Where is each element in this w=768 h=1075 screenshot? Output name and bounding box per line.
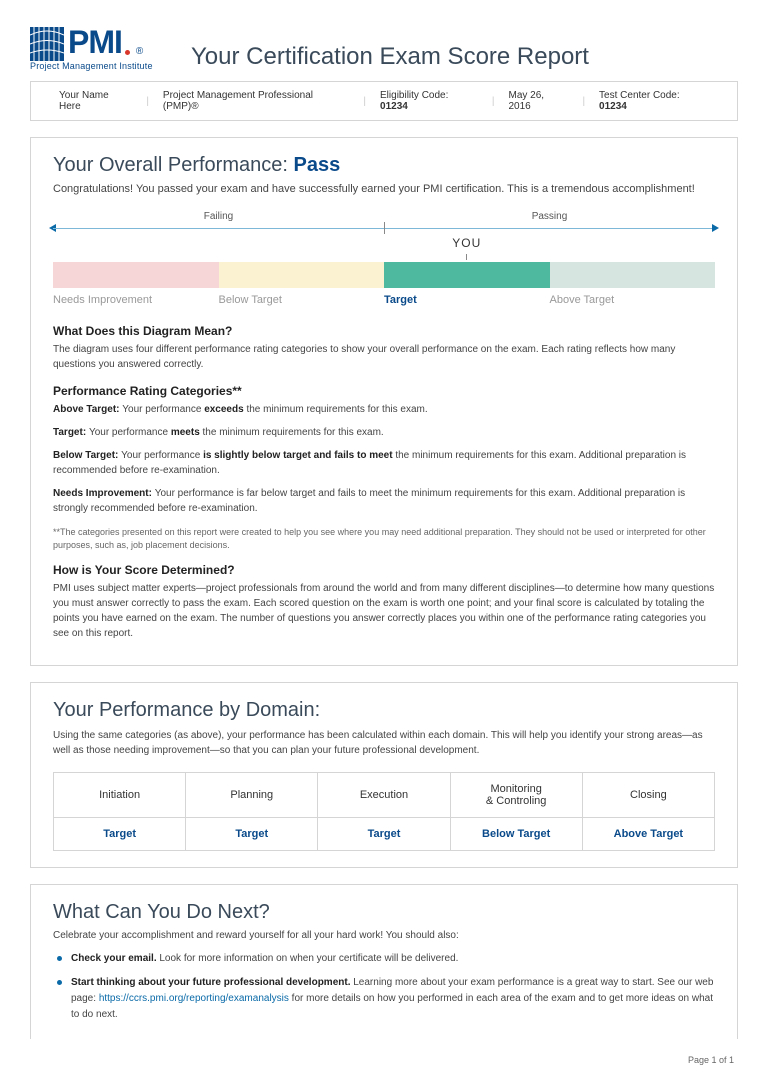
rating-target: Target: Your performance meets the minim… — [53, 425, 715, 440]
scale-labels: Failing Passing — [53, 211, 715, 222]
domain-intro: Using the same categories (as above), yo… — [53, 728, 715, 758]
bar-above-target — [550, 262, 716, 288]
table-row: Target Target Target Below Target Above … — [54, 818, 715, 851]
registered-mark: ® — [136, 46, 143, 57]
next-heading: What Can You Do Next? — [53, 901, 715, 924]
rating-below: Below Target: Your performance is slight… — [53, 448, 715, 478]
failing-label: Failing — [53, 211, 384, 222]
overall-performance-section: Your Overall Performance: Pass Congratul… — [30, 137, 738, 666]
domain-table: Initiation Planning Execution Monitoring… — [53, 772, 715, 851]
scale-arrow-line — [53, 224, 715, 234]
exam-date: May 26, 2016 — [495, 90, 583, 112]
diagram-heading: What Does this Diagram Mean? — [53, 324, 715, 338]
congrats-text: Congratulations! You passed your exam an… — [53, 183, 715, 195]
bar-labels: Needs Improvement Below Target Target Ab… — [53, 294, 715, 306]
domain-col-closing: Closing — [582, 773, 714, 818]
certification-name: Project Management Professional (PMP)® — [149, 90, 363, 112]
logo-text: PMI — [68, 24, 130, 61]
test-center-code: Test Center Code: 01234 — [585, 90, 723, 112]
next-intro: Celebrate your accomplishment and reward… — [53, 930, 715, 941]
report-title: Your Certification Exam Score Report — [191, 43, 589, 71]
pmi-logo: PMI ® Project Management Institute — [30, 24, 175, 71]
domain-col-planning: Planning — [186, 773, 318, 818]
domain-col-execution: Execution — [318, 773, 450, 818]
score-determined-heading: How is Your Score Determined? — [53, 563, 715, 577]
next-steps-section: What Can You Do Next? Celebrate your acc… — [30, 884, 738, 1039]
domain-val-execution: Target — [318, 818, 450, 851]
arrow-right-icon — [712, 224, 719, 232]
globe-icon — [30, 27, 64, 61]
label-above-target: Above Target — [550, 294, 716, 306]
result-value: Pass — [293, 154, 340, 176]
passing-label: Passing — [384, 211, 715, 222]
page-footer: Page 1 of 1 — [30, 1055, 738, 1065]
score-determined-body: PMI uses subject matter experts—project … — [53, 581, 715, 641]
list-item: Start thinking about your future profess… — [57, 975, 715, 1023]
rating-above: Above Target: Your performance exceeds t… — [53, 402, 715, 417]
info-bar: Your Name Here | Project Management Prof… — [30, 81, 738, 121]
domain-performance-section: Your Performance by Domain: Using the sa… — [30, 682, 738, 868]
domain-val-initiation: Target — [54, 818, 186, 851]
performance-bars — [53, 262, 715, 288]
rating-needs: Needs Improvement: Your performance is f… — [53, 486, 715, 516]
overall-heading: Your Overall Performance: Pass — [53, 154, 715, 177]
list-item: Check your email. Look for more informat… — [57, 951, 715, 967]
domain-col-initiation: Initiation — [54, 773, 186, 818]
domain-val-closing: Above Target — [582, 818, 714, 851]
label-below-target: Below Target — [219, 294, 385, 306]
domain-heading: Your Performance by Domain: — [53, 699, 715, 722]
bar-below-target — [219, 262, 385, 288]
bar-target — [384, 262, 550, 288]
label-target: Target — [384, 294, 550, 306]
you-marker: YOU — [384, 236, 550, 260]
report-header: PMI ® Project Management Institute Your … — [30, 24, 738, 71]
domain-val-monitoring: Below Target — [450, 818, 582, 851]
table-row: Initiation Planning Execution Monitoring… — [54, 773, 715, 818]
diagram-body: The diagram uses four different performa… — [53, 342, 715, 372]
bar-needs-improvement — [53, 262, 219, 288]
ratings-disclaimer: **The categories presented on this repor… — [53, 526, 715, 551]
candidate-name: Your Name Here — [45, 90, 146, 112]
domain-col-monitoring: Monitoring& Controling — [450, 773, 582, 818]
eligibility-code: Eligibility Code: 01234 — [366, 90, 492, 112]
logo-subtitle: Project Management Institute — [30, 61, 153, 71]
label-needs-improvement: Needs Improvement — [53, 294, 219, 306]
domain-val-planning: Target — [186, 818, 318, 851]
ratings-heading: Performance Rating Categories** — [53, 384, 715, 398]
